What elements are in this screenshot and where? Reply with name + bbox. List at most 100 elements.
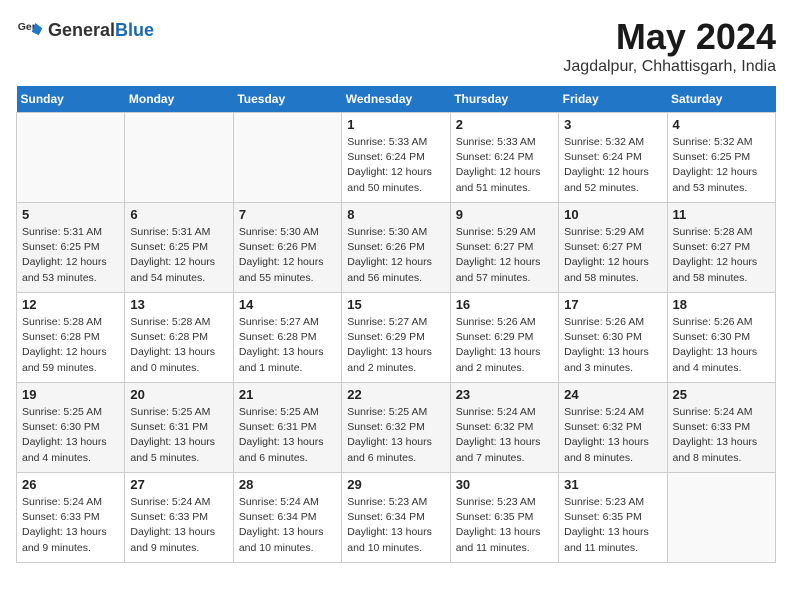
calendar-cell: 20Sunrise: 5:25 AM Sunset: 6:31 PM Dayli…: [125, 383, 233, 473]
calendar-cell: 23 Sunrise: 5:24 AM Sunset: 6:32 PM Dayli…: [450, 383, 558, 473]
calendar-cell: 31Sunrise: 5:23 AM Sunset: 6:35 PM Dayli…: [559, 473, 667, 563]
day-number: 1: [347, 117, 444, 132]
day-number: 12: [22, 297, 119, 312]
day-number: 24: [564, 387, 661, 402]
day-number: 30: [456, 477, 553, 492]
day-number: 19: [22, 387, 119, 402]
day-info: Sunrise: 5:25 AM Sunset: 6:30 PM Dayligh…: [22, 405, 119, 466]
calendar-cell: 29 Sunrise: 5:23 AM Sunset: 6:34 PM Dayli…: [342, 473, 450, 563]
day-number: 2: [456, 117, 553, 132]
day-number: 26: [22, 477, 119, 492]
calendar-cell: 11 Sunrise: 5:28 AM Sunset: 6:27 PM Dayli…: [667, 203, 775, 293]
day-number: 16: [456, 297, 553, 312]
calendar-week-row: 19 Sunrise: 5:25 AM Sunset: 6:30 PM Dayli…: [17, 383, 776, 473]
day-number: 21: [239, 387, 336, 402]
day-info: Sunrise: 5:25 AM Sunset: 6:32 PM Dayligh…: [347, 405, 444, 466]
calendar-cell: [233, 113, 341, 203]
day-number: 29: [347, 477, 444, 492]
day-header-thursday: Thursday: [450, 86, 558, 113]
calendar-cell: 1Sunrise: 5:33 AM Sunset: 6:24 PM Daylig…: [342, 113, 450, 203]
calendar-cell: 17Sunrise: 5:26 AM Sunset: 6:30 PM Dayli…: [559, 293, 667, 383]
day-info: Sunrise: 5:24 AM Sunset: 6:33 PM Dayligh…: [673, 405, 770, 466]
logo-text-general: General: [48, 20, 115, 40]
day-info: Sunrise: 5:32 AM Sunset: 6:25 PM Dayligh…: [673, 135, 770, 196]
day-number: 6: [130, 207, 227, 222]
day-number: 5: [22, 207, 119, 222]
day-number: 27: [130, 477, 227, 492]
day-header-sunday: Sunday: [17, 86, 125, 113]
calendar-cell: 14 Sunrise: 5:27 AM Sunset: 6:28 PM Dayli…: [233, 293, 341, 383]
day-info: Sunrise: 5:28 AM Sunset: 6:27 PM Dayligh…: [673, 225, 770, 286]
day-number: 8: [347, 207, 444, 222]
calendar-cell: 2Sunrise: 5:33 AM Sunset: 6:24 PM Daylig…: [450, 113, 558, 203]
day-number: 3: [564, 117, 661, 132]
location-title: Jagdalpur, Chhattisgarh, India: [563, 58, 776, 76]
calendar-cell: 30 Sunrise: 5:23 AM Sunset: 6:35 PM Dayli…: [450, 473, 558, 563]
day-info: Sunrise: 5:24 AM Sunset: 6:32 PM Dayligh…: [564, 405, 661, 466]
day-info: Sunrise: 5:27 AM Sunset: 6:28 PM Dayligh…: [239, 315, 336, 376]
day-info: Sunrise: 5:30 AM Sunset: 6:26 PM Dayligh…: [347, 225, 444, 286]
day-header-monday: Monday: [125, 86, 233, 113]
calendar-cell: 19 Sunrise: 5:25 AM Sunset: 6:30 PM Dayli…: [17, 383, 125, 473]
calendar-cell: 6 Sunrise: 5:31 AM Sunset: 6:25 PM Daylig…: [125, 203, 233, 293]
calendar-header-row: SundayMondayTuesdayWednesdayThursdayFrid…: [17, 86, 776, 113]
day-number: 14: [239, 297, 336, 312]
calendar-week-row: 5 Sunrise: 5:31 AM Sunset: 6:25 PM Daylig…: [17, 203, 776, 293]
day-number: 18: [673, 297, 770, 312]
calendar-cell: 27 Sunrise: 5:24 AM Sunset: 6:33 PM Dayli…: [125, 473, 233, 563]
day-info: Sunrise: 5:28 AM Sunset: 6:28 PM Dayligh…: [130, 315, 227, 376]
day-info: Sunrise: 5:25 AM Sunset: 6:31 PM Dayligh…: [130, 405, 227, 466]
calendar-cell: 25 Sunrise: 5:24 AM Sunset: 6:33 PM Dayli…: [667, 383, 775, 473]
calendar-cell: [667, 473, 775, 563]
day-info: Sunrise: 5:26 AM Sunset: 6:30 PM Dayligh…: [564, 315, 661, 376]
day-number: 4: [673, 117, 770, 132]
calendar-cell: 12 Sunrise: 5:28 AM Sunset: 6:28 PM Dayli…: [17, 293, 125, 383]
calendar-cell: 16 Sunrise: 5:26 AM Sunset: 6:29 PM Dayli…: [450, 293, 558, 383]
calendar-cell: 22 Sunrise: 5:25 AM Sunset: 6:32 PM Dayli…: [342, 383, 450, 473]
day-number: 31: [564, 477, 661, 492]
day-info: Sunrise: 5:28 AM Sunset: 6:28 PM Dayligh…: [22, 315, 119, 376]
day-info: Sunrise: 5:23 AM Sunset: 6:35 PM Dayligh…: [456, 495, 553, 556]
day-number: 25: [673, 387, 770, 402]
logo-text-blue: Blue: [115, 20, 154, 40]
calendar-cell: 4 Sunrise: 5:32 AM Sunset: 6:25 PM Daylig…: [667, 113, 775, 203]
month-title: May 2024: [563, 16, 776, 58]
calendar-week-row: 26 Sunrise: 5:24 AM Sunset: 6:33 PM Dayli…: [17, 473, 776, 563]
calendar-cell: 9Sunrise: 5:29 AM Sunset: 6:27 PM Daylig…: [450, 203, 558, 293]
calendar-cell: [125, 113, 233, 203]
day-info: Sunrise: 5:31 AM Sunset: 6:25 PM Dayligh…: [22, 225, 119, 286]
day-info: Sunrise: 5:24 AM Sunset: 6:32 PM Dayligh…: [456, 405, 553, 466]
day-info: Sunrise: 5:27 AM Sunset: 6:29 PM Dayligh…: [347, 315, 444, 376]
calendar-cell: 18 Sunrise: 5:26 AM Sunset: 6:30 PM Dayli…: [667, 293, 775, 383]
day-number: 22: [347, 387, 444, 402]
day-info: Sunrise: 5:24 AM Sunset: 6:34 PM Dayligh…: [239, 495, 336, 556]
calendar-cell: 5 Sunrise: 5:31 AM Sunset: 6:25 PM Daylig…: [17, 203, 125, 293]
day-info: Sunrise: 5:29 AM Sunset: 6:27 PM Dayligh…: [564, 225, 661, 286]
day-number: 15: [347, 297, 444, 312]
day-info: Sunrise: 5:24 AM Sunset: 6:33 PM Dayligh…: [130, 495, 227, 556]
logo-icon: Gen: [16, 16, 44, 44]
day-info: Sunrise: 5:26 AM Sunset: 6:29 PM Dayligh…: [456, 315, 553, 376]
calendar-week-row: 1Sunrise: 5:33 AM Sunset: 6:24 PM Daylig…: [17, 113, 776, 203]
calendar-cell: 26Sunrise: 5:24 AM Sunset: 6:33 PM Dayli…: [17, 473, 125, 563]
day-info: Sunrise: 5:31 AM Sunset: 6:25 PM Dayligh…: [130, 225, 227, 286]
day-number: 7: [239, 207, 336, 222]
calendar-week-row: 12 Sunrise: 5:28 AM Sunset: 6:28 PM Dayli…: [17, 293, 776, 383]
day-info: Sunrise: 5:26 AM Sunset: 6:30 PM Dayligh…: [673, 315, 770, 376]
day-info: Sunrise: 5:23 AM Sunset: 6:34 PM Dayligh…: [347, 495, 444, 556]
day-number: 10: [564, 207, 661, 222]
calendar-cell: 21 Sunrise: 5:25 AM Sunset: 6:31 PM Dayli…: [233, 383, 341, 473]
day-info: Sunrise: 5:25 AM Sunset: 6:31 PM Dayligh…: [239, 405, 336, 466]
day-header-saturday: Saturday: [667, 86, 775, 113]
day-number: 23: [456, 387, 553, 402]
title-area: May 2024 Jagdalpur, Chhattisgarh, India: [563, 16, 776, 76]
page-header: Gen GeneralBlue May 2024 Jagdalpur, Chha…: [16, 16, 776, 76]
day-info: Sunrise: 5:30 AM Sunset: 6:26 PM Dayligh…: [239, 225, 336, 286]
calendar-cell: 13Sunrise: 5:28 AM Sunset: 6:28 PM Dayli…: [125, 293, 233, 383]
calendar-cell: 15 Sunrise: 5:27 AM Sunset: 6:29 PM Dayli…: [342, 293, 450, 383]
day-info: Sunrise: 5:32 AM Sunset: 6:24 PM Dayligh…: [564, 135, 661, 196]
day-number: 11: [673, 207, 770, 222]
day-number: 9: [456, 207, 553, 222]
calendar-cell: 7 Sunrise: 5:30 AM Sunset: 6:26 PM Daylig…: [233, 203, 341, 293]
day-header-tuesday: Tuesday: [233, 86, 341, 113]
